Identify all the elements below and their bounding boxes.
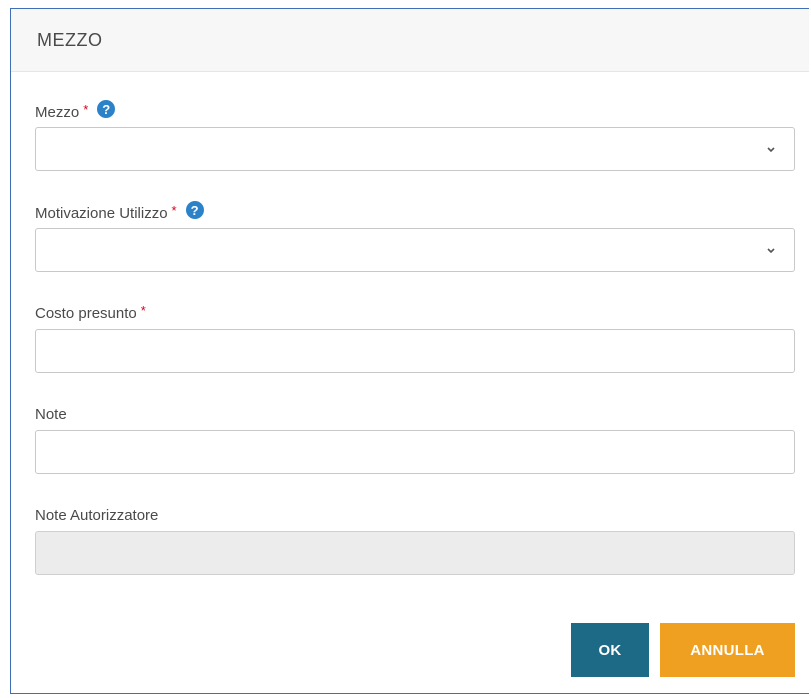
question-circle-icon[interactable]: ? — [185, 201, 204, 219]
mezzo-select-value[interactable] — [36, 128, 794, 170]
costo-field-group: Costo presunto * — [35, 295, 795, 385]
costo-input[interactable] — [35, 329, 795, 373]
question-circle-icon[interactable]: ? — [97, 100, 116, 118]
costo-input-field[interactable] — [36, 330, 794, 372]
mezzo-select[interactable] — [35, 127, 795, 171]
dialog-header: MEZZO — [11, 9, 809, 72]
dialog-title: MEZZO — [37, 29, 103, 50]
mezzo-label: Mezzo * ? — [35, 100, 116, 121]
mezzo-field-group: Mezzo * ? — [35, 93, 795, 183]
motivazione-label-text: Motivazione Utilizzo — [35, 204, 168, 222]
mezzo-dialog: MEZZO Mezzo * ? Motivazione Utilizzo * ? — [10, 8, 809, 694]
note-input-field[interactable] — [36, 431, 794, 473]
note-autorizzatore-field-group: Note Autorizzatore — [35, 497, 795, 587]
mezzo-label-text: Mezzo — [35, 103, 80, 121]
motivazione-select[interactable] — [35, 228, 795, 272]
note-label: Note — [35, 406, 67, 423]
note-input[interactable] — [35, 430, 795, 474]
costo-label: Costo presunto * — [35, 303, 146, 322]
costo-label-text: Costo presunto — [35, 305, 137, 322]
required-marker: * — [83, 101, 89, 117]
chevron-down-icon — [767, 147, 775, 153]
cancel-button[interactable]: ANNULLA — [660, 623, 795, 677]
motivazione-field-group: Motivazione Utilizzo * ? — [35, 194, 795, 284]
required-marker: * — [171, 202, 177, 218]
note-autorizzatore-label-text: Note Autorizzatore — [35, 507, 159, 524]
note-autorizzatore-label: Note Autorizzatore — [35, 507, 158, 524]
note-autorizzatore-input-field — [36, 532, 794, 574]
ok-button[interactable]: OK — [571, 623, 649, 677]
motivazione-label: Motivazione Utilizzo * ? — [35, 201, 204, 222]
motivazione-select-value[interactable] — [36, 229, 794, 271]
required-marker: * — [140, 303, 146, 318]
note-autorizzatore-input — [35, 531, 795, 575]
dialog-footer: OK ANNULLA — [11, 623, 810, 679]
note-label-text: Note — [35, 406, 67, 423]
chevron-down-icon — [767, 248, 775, 254]
note-field-group: Note — [35, 396, 795, 486]
